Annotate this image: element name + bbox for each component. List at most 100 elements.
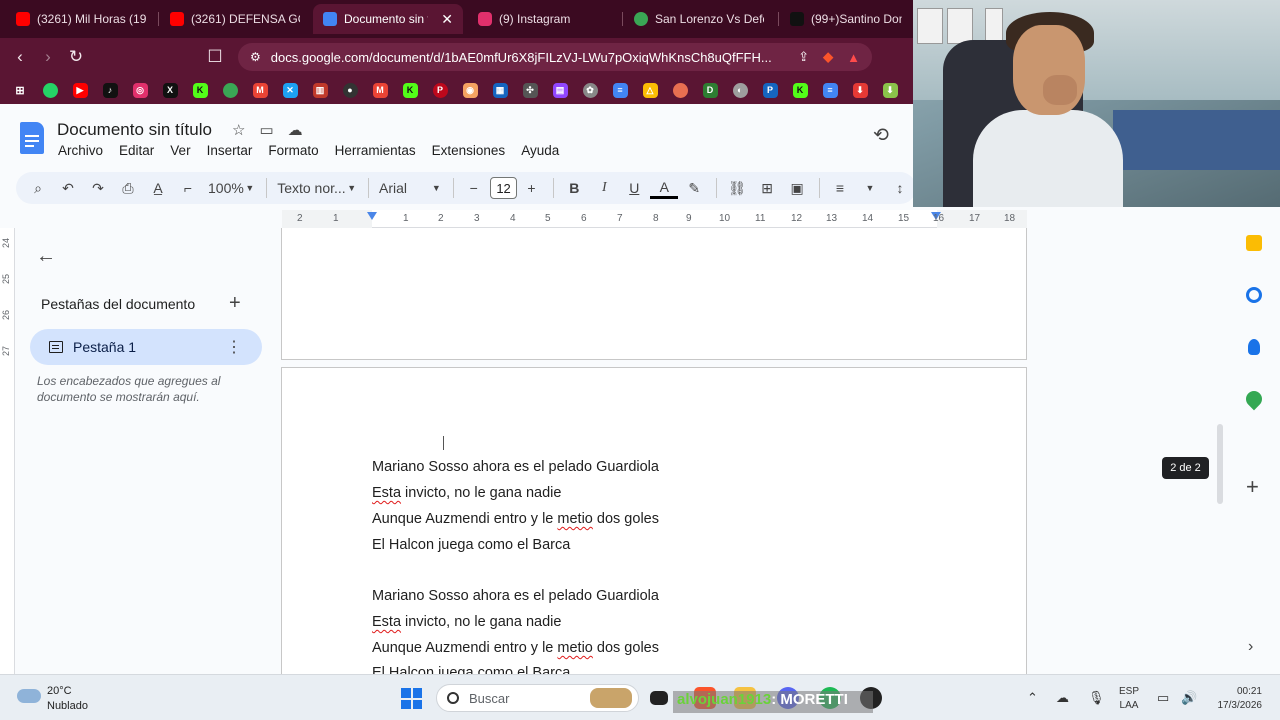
microphone-icon[interactable]: 🎙	[1088, 690, 1105, 706]
misspelled-word[interactable]: Esta	[372, 614, 401, 630]
gmail-bookmark-icon[interactable]: M	[250, 80, 270, 100]
italic-icon[interactable]: I	[590, 174, 618, 202]
more-options-icon[interactable]: ⋮	[226, 337, 242, 357]
browser-tab[interactable]: (3261) Mil Horas (199	[6, 6, 156, 32]
add-comment-icon[interactable]: ⊞	[753, 174, 781, 202]
cloud-status-icon[interactable]: ☁	[288, 121, 303, 139]
keep-icon[interactable]	[1246, 235, 1262, 251]
browser-tab[interactable]: (9) Instagram	[468, 6, 618, 32]
tool-bookmark-icon-2[interactable]: ✣	[520, 80, 540, 100]
document-line[interactable]: Aunque Auzmendi entro y le metio dos gol…	[372, 511, 659, 527]
forward-icon[interactable]: ›	[34, 43, 62, 71]
misspelled-word[interactable]: metio	[557, 511, 592, 527]
brave-rewards-icon[interactable]: ▲	[847, 50, 860, 65]
add-tab-icon[interactable]: +	[229, 292, 241, 315]
maps-icon[interactable]	[1242, 387, 1266, 411]
document-line[interactable]: Esta invicto, no le gana nadie	[372, 485, 561, 501]
x-bookmark-icon[interactable]: X	[160, 80, 180, 100]
youtube-bookmark-icon[interactable]: ▶	[70, 80, 90, 100]
chevron-down-icon[interactable]: ▼	[856, 174, 884, 202]
insert-image-icon[interactable]: ▣	[783, 174, 811, 202]
get-addons-icon[interactable]: +	[1246, 474, 1259, 500]
highlight-color-icon[interactable]: ✎	[680, 174, 708, 202]
drive-bookmark-icon[interactable]: △	[640, 80, 660, 100]
gmail-bookmark-icon-2[interactable]: M	[370, 80, 390, 100]
kick-bookmark-icon[interactable]: K	[190, 80, 210, 100]
browser-tab[interactable]: San Lorenzo Vs Defen	[624, 6, 774, 32]
text-color-icon[interactable]: A	[650, 177, 679, 199]
document-page-1[interactable]	[281, 228, 1027, 360]
spellcheck-icon[interactable]: A̲	[144, 174, 172, 202]
twitch-bookmark-icon[interactable]: ▤	[550, 80, 570, 100]
download-bookmark-icon[interactable]: ⬇	[850, 80, 870, 100]
back-icon[interactable]: ‹	[6, 43, 34, 71]
tool-bookmark-icon[interactable]: ✕	[280, 80, 300, 100]
brave-shield-icon[interactable]: ◆	[823, 49, 833, 65]
close-outline-icon[interactable]: ←	[36, 245, 56, 268]
volume-icon[interactable]: 🔊	[1181, 690, 1197, 706]
app-bookmark-icon-2[interactable]	[670, 80, 690, 100]
docs-bookmark-icon-2[interactable]: ≡	[820, 80, 840, 100]
undo-icon[interactable]: ↶	[54, 174, 82, 202]
document-line[interactable]: Esta invicto, no le gana nadie	[372, 614, 561, 630]
decrease-font-size-icon[interactable]: −	[460, 174, 488, 202]
network-icon[interactable]: ▭	[1157, 690, 1169, 706]
zoom-select[interactable]: 100% ▼	[204, 174, 258, 202]
address-bar[interactable]: ⚙ docs.google.com/document/d/1bAE0mfUr6X…	[238, 43, 872, 71]
align-left-icon[interactable]: ≡	[826, 174, 854, 202]
site-settings-icon[interactable]: ⚙	[250, 50, 261, 64]
redo-icon[interactable]: ↷	[84, 174, 112, 202]
instagram-bookmark-icon[interactable]: ◎	[130, 80, 150, 100]
menu-ver[interactable]: Ver	[170, 143, 190, 158]
system-clock[interactable]: 00:21 17/3/2026	[1208, 685, 1263, 713]
kick-bookmark-icon-2[interactable]: K	[400, 80, 420, 100]
menu-insertar[interactable]: Insertar	[207, 143, 253, 158]
document-tab-item[interactable]: Pestaña 1 ⋮	[30, 329, 262, 365]
github-bookmark-icon[interactable]: ●	[340, 80, 360, 100]
document-title[interactable]: Documento sin título	[57, 120, 212, 140]
paint-format-icon[interactable]: ⌐	[174, 174, 202, 202]
vertical-ruler[interactable]: 24 25 26 27	[0, 228, 15, 674]
taskbar-search[interactable]: Buscar	[436, 684, 639, 712]
misspelled-word[interactable]: Esta	[372, 485, 401, 501]
tasks-icon[interactable]	[1246, 287, 1262, 303]
version-history-icon[interactable]: ⟲	[873, 124, 895, 146]
apps-grid-icon[interactable]: ⊞	[10, 80, 30, 100]
share-icon[interactable]: ⇪	[798, 49, 809, 65]
document-line[interactable]: Mariano Sosso ahora es el pelado Guardio…	[372, 588, 659, 604]
search-menus-icon[interactable]: ⌕	[24, 174, 52, 202]
paragraph-style-select[interactable]: Texto nor... ▼	[273, 174, 360, 202]
close-tab-icon[interactable]: ✕	[441, 11, 453, 28]
whatsapp-bookmark-icon[interactable]	[40, 80, 60, 100]
underline-icon[interactable]: U	[620, 174, 648, 202]
document-line[interactable]: Mariano Sosso ahora es el pelado Guardio…	[372, 459, 659, 475]
document-page-2[interactable]: Mariano Sosso ahora es el pelado Guardio…	[281, 367, 1027, 687]
app-bookmark-icon[interactable]: ◉	[460, 80, 480, 100]
d-bookmark-icon[interactable]: D	[700, 80, 720, 100]
menu-formato[interactable]: Formato	[268, 143, 318, 158]
chatgpt-bookmark-icon[interactable]: ✿	[580, 80, 600, 100]
windows-start-icon[interactable]	[401, 688, 422, 709]
onedrive-icon[interactable]: ☁	[1056, 690, 1069, 706]
chess-bookmark-icon[interactable]: ▦	[490, 80, 510, 100]
print-icon[interactable]: ⎙	[114, 174, 142, 202]
line-spacing-icon[interactable]: ↕	[886, 174, 914, 202]
browser-tab[interactable]: (3261) DEFENSA GOL	[160, 6, 310, 32]
browser-tab-active[interactable]: Documento sin tí ✕	[313, 4, 463, 34]
bold-icon[interactable]: B	[560, 174, 588, 202]
chevron-up-icon[interactable]: ⌃	[1027, 690, 1038, 706]
font-size-input[interactable]: 12	[489, 177, 518, 199]
browser-tab[interactable]: (99+)Santino Domen	[780, 6, 912, 32]
scrollbar-thumb[interactable]	[1217, 424, 1223, 504]
docs-logo-icon[interactable]	[20, 122, 44, 154]
weather-cloud-icon[interactable]	[17, 689, 41, 703]
misspelled-word[interactable]: metio	[557, 640, 592, 656]
task-view-icon[interactable]	[650, 691, 668, 705]
menu-editar[interactable]: Editar	[119, 143, 154, 158]
chevron-right-icon[interactable]: ›	[1248, 638, 1253, 656]
move-folder-icon[interactable]: ▭	[259, 121, 273, 139]
bookmark-icon[interactable]: ☐	[201, 43, 229, 71]
tiktok-bookmark-icon[interactable]: ♪	[100, 80, 120, 100]
app-bookmark-icon-3[interactable]: ◐	[730, 80, 750, 100]
language-indicator[interactable]: ESP LAA	[1119, 685, 1139, 713]
